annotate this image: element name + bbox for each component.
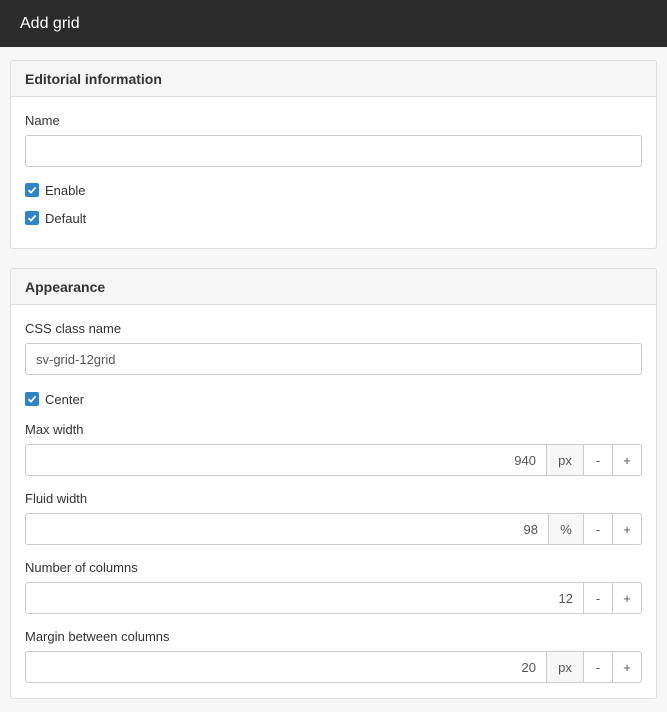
margin-input[interactable]	[25, 651, 547, 683]
columns-input[interactable]	[25, 582, 584, 614]
default-checkbox-row[interactable]: Default	[25, 210, 642, 226]
fluid-width-input[interactable]	[25, 513, 549, 545]
fluid-width-unit: %	[549, 513, 584, 545]
max-width-group: px - +	[25, 444, 642, 476]
max-width-decrement-button[interactable]: -	[584, 444, 613, 476]
window-title: Add grid	[20, 14, 80, 32]
fluid-width-label: Fluid width	[25, 491, 88, 506]
default-checkbox[interactable]	[25, 211, 39, 225]
name-label: Name	[25, 113, 60, 128]
default-label: Default	[45, 210, 87, 226]
title-bar: Add grid	[0, 0, 667, 47]
margin-group: px - +	[25, 651, 642, 683]
margin-increment-button[interactable]: +	[613, 651, 642, 683]
appearance-panel: Appearance CSS class name Center Max wid…	[10, 268, 657, 699]
check-icon	[27, 186, 37, 194]
fluid-width-decrement-button[interactable]: -	[584, 513, 613, 545]
editorial-heading: Editorial information	[11, 61, 656, 97]
fluid-width-group: % - +	[25, 513, 642, 545]
editorial-panel: Editorial information Name Enable Defaul…	[10, 60, 657, 249]
margin-unit: px	[547, 651, 584, 683]
enable-label: Enable	[45, 182, 86, 198]
columns-increment-button[interactable]: +	[613, 582, 642, 614]
appearance-heading: Appearance	[11, 269, 656, 305]
css-class-input[interactable]	[25, 343, 642, 375]
enable-checkbox[interactable]	[25, 183, 39, 197]
center-checkbox[interactable]	[25, 392, 39, 406]
max-width-input[interactable]	[25, 444, 547, 476]
max-width-increment-button[interactable]: +	[613, 444, 642, 476]
max-width-unit: px	[547, 444, 584, 476]
fluid-width-increment-button[interactable]: +	[613, 513, 642, 545]
center-checkbox-row[interactable]: Center	[25, 391, 642, 407]
margin-label: Margin between columns	[25, 629, 170, 644]
enable-checkbox-row[interactable]: Enable	[25, 182, 642, 198]
check-icon	[27, 395, 37, 403]
center-label: Center	[45, 391, 85, 407]
name-input[interactable]	[25, 135, 642, 167]
max-width-label: Max width	[25, 422, 84, 437]
margin-decrement-button[interactable]: -	[584, 651, 613, 683]
columns-label: Number of columns	[25, 560, 138, 575]
columns-decrement-button[interactable]: -	[584, 582, 613, 614]
check-icon	[27, 214, 37, 222]
css-class-label: CSS class name	[25, 321, 122, 336]
columns-group: - +	[25, 582, 642, 614]
